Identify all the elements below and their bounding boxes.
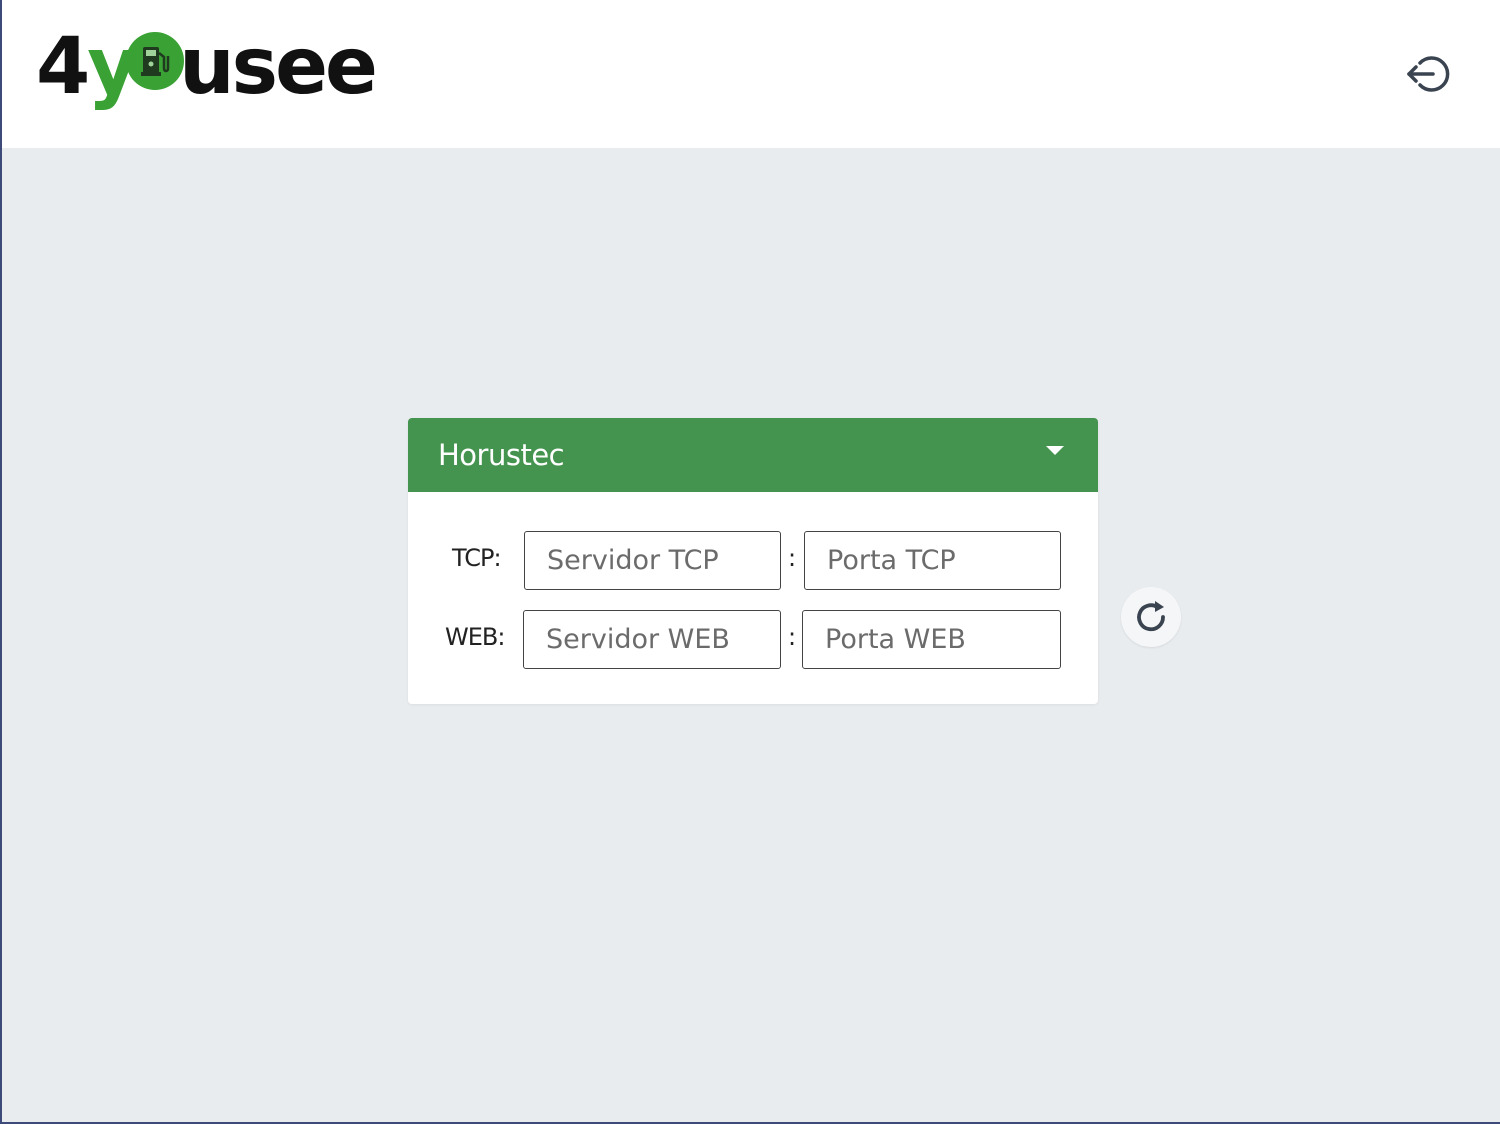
logout-icon	[1407, 56, 1450, 92]
logo-text-4: 4	[36, 22, 90, 112]
server-config-card: Horustec TCP: : WEB: :	[408, 418, 1098, 704]
refresh-button[interactable]	[1121, 587, 1181, 647]
logo-wordmark: 4y usee	[36, 22, 378, 112]
logo-text-usee: usee	[179, 22, 378, 112]
caret-down-icon	[1046, 446, 1064, 455]
card-title: Horustec	[438, 438, 565, 472]
fuel-pump-icon	[126, 32, 184, 90]
tcp-port-input[interactable]	[804, 531, 1061, 590]
refresh-icon	[1137, 601, 1165, 632]
web-label: WEB:	[445, 623, 505, 651]
web-port-input[interactable]	[802, 610, 1061, 669]
card-header-toggle[interactable]: Horustec	[408, 418, 1098, 492]
top-bar: 4y usee	[2, 0, 1500, 148]
tcp-label: TCP:	[452, 544, 502, 572]
tcp-server-input[interactable]	[524, 531, 781, 590]
web-separator: :	[788, 623, 797, 651]
logo: 4y usee	[36, 22, 378, 112]
web-server-input[interactable]	[523, 610, 781, 669]
logout-button[interactable]	[1402, 48, 1454, 100]
tcp-separator: :	[788, 544, 797, 572]
